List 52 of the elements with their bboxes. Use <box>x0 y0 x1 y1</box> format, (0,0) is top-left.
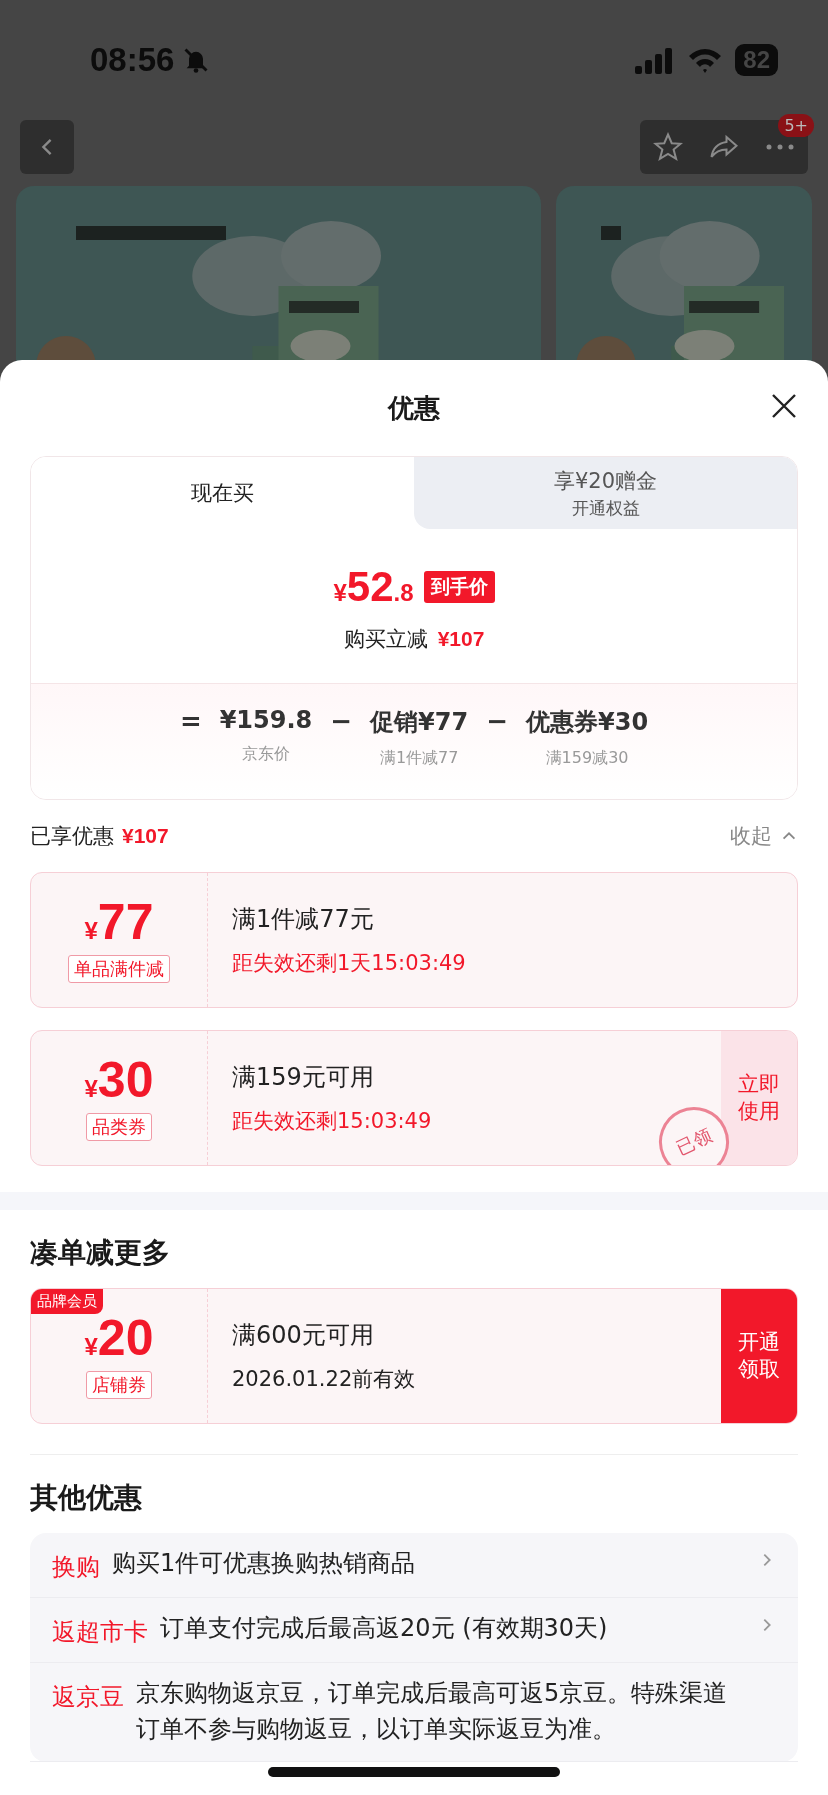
more-icon <box>765 143 795 151</box>
tab-subtitle: 开通权益 <box>571 496 640 520</box>
collapse-toggle[interactable]: 收起 <box>730 822 798 850</box>
close-button[interactable] <box>770 392 798 420</box>
price-component: ¥159.8 <box>219 706 313 734</box>
applied-amount: ¥107 <box>122 824 169 848</box>
sheet-title: 优惠 <box>388 391 440 425</box>
offer-text: 购买1件可优惠换购热销商品 <box>112 1548 417 1579</box>
offer-text: 订单支付完成后最高返20元 (有效期30天) <box>160 1613 609 1644</box>
price-component-note: 京东价 <box>242 744 290 765</box>
price-tab[interactable]: 享¥20赠金 开通权益 <box>414 457 797 529</box>
coupon-amount: ¥30 <box>84 1055 154 1105</box>
price-component-note: 满159减30 <box>545 748 629 769</box>
section-title: 其他优惠 <box>30 1480 143 1516</box>
coupon-type-tag: 店铺券 <box>86 1371 152 1399</box>
price-component: 促销¥77 <box>370 707 469 738</box>
saving-amount: ¥107 <box>437 627 485 651</box>
close-icon <box>770 392 798 420</box>
operator: = <box>179 706 202 736</box>
operator: − <box>330 706 353 736</box>
final-price: ¥52.8 <box>333 563 414 611</box>
price-component: 优惠券¥30 <box>526 707 649 738</box>
offer-label: 换购 <box>52 1552 100 1583</box>
star-icon <box>653 132 683 162</box>
wifi-icon <box>687 46 724 74</box>
coupon-type-tag: 品类券 <box>86 1113 152 1141</box>
claim-button[interactable]: 开通领取 <box>721 1289 797 1423</box>
clock: 08:56 <box>90 41 175 79</box>
coupon-amount: ¥20 <box>84 1313 154 1363</box>
section-title: 凑单减更多 <box>30 1235 171 1271</box>
saving-label: 购买立减 <box>343 626 428 653</box>
member-badge: 品牌会员 <box>31 1289 103 1314</box>
coupon-condition: 满1件减77元 <box>232 904 374 935</box>
coupon-validity: 距失效还剩1天15:03:49 <box>232 950 466 977</box>
coupon-validity: 2026.01.22前有效 <box>232 1366 416 1393</box>
more-button[interactable] <box>765 143 795 151</box>
applied-label: 已享优惠 <box>30 823 114 850</box>
coupon-condition: 满600元可用 <box>232 1320 374 1351</box>
coupon-amount: ¥77 <box>84 897 154 947</box>
price-tag: 到手价 <box>423 571 495 603</box>
coupon-type-tag: 单品满件减 <box>68 955 170 983</box>
offer-label: 返超市卡 <box>52 1617 148 1648</box>
price-component-note: 满1件减77 <box>379 748 459 769</box>
offer-label: 返京豆 <box>52 1682 124 1713</box>
offer-text: 京东购物返京豆，订单完成后最高可返5京豆。特殊渠道订单不参与购物返豆，以订单实际返豆为准。 <box>136 1678 729 1745</box>
favorite-button[interactable] <box>653 132 683 162</box>
coupon-condition: 满159元可用 <box>232 1062 374 1093</box>
use-button[interactable]: 立即使用 <box>721 1031 797 1165</box>
notification-badge: 5+ <box>778 114 814 137</box>
operator: − <box>486 706 508 736</box>
coupon-validity: 距失效还剩15:03:49 <box>232 1108 432 1135</box>
battery-level: 82 <box>735 44 778 76</box>
